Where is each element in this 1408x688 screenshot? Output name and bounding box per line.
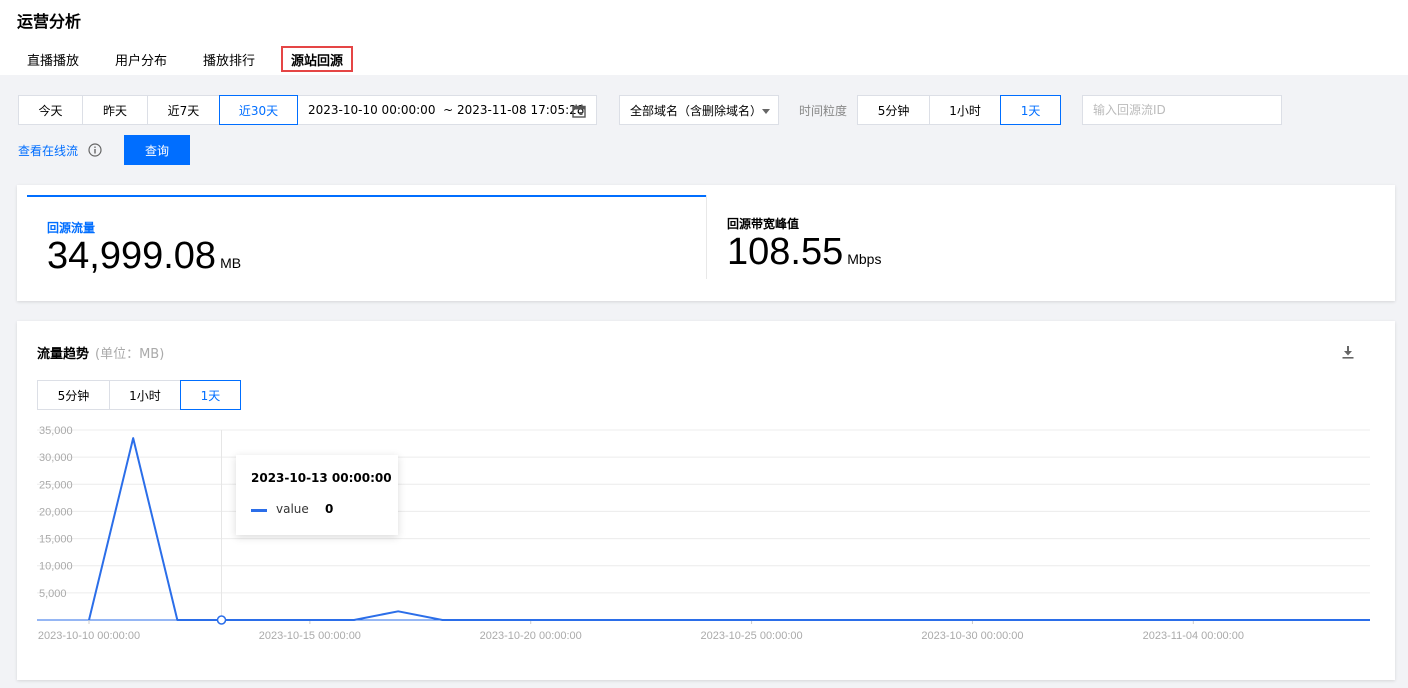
- tooltip-series-name: value: [276, 502, 309, 516]
- chart-tooltip: 2023-10-13 00:00:00 value 0: [236, 455, 398, 535]
- stat-value-row: 34,999.08 MB: [47, 235, 241, 278]
- tab-play-ranking[interactable]: 播放排行: [193, 46, 265, 72]
- y-tick-label: 10,000: [39, 561, 73, 573]
- chart-granularity-5min[interactable]: 5分钟: [37, 380, 110, 410]
- hover-point: [216, 615, 227, 625]
- x-tick-label: 2023-11-04 00:00:00: [1143, 630, 1244, 642]
- online-stream-link[interactable]: 查看在线流: [18, 142, 78, 159]
- tab-user-distribution[interactable]: 用户分布: [105, 46, 177, 72]
- date-preset-7days[interactable]: 近7天: [147, 95, 220, 125]
- tab-bar: 直播播放 用户分布 播放排行 源站回源: [17, 46, 369, 74]
- stat-unit: Mbps: [847, 251, 882, 267]
- traffic-line-chart: 5,000 10,000 15,000 20,000 25,000 30,000 35,00…: [37, 425, 1370, 642]
- action-row: 查看在线流 查询: [18, 135, 191, 165]
- x-tick-label: 2023-10-30 00:00:00: [921, 630, 1023, 642]
- chart-subtitle: (单位：MB): [95, 347, 165, 362]
- tab-live-play[interactable]: 直播播放: [17, 46, 89, 72]
- tab-origin-pull[interactable]: 源站回源: [281, 46, 354, 72]
- filter-row: 今天 昨天 近7天 近30天 2023-10-10 00:00:00 ~ 202…: [18, 95, 1283, 125]
- y-tick-label: 20,000: [39, 506, 73, 518]
- date-preset-yesterday[interactable]: 昨天: [82, 95, 148, 125]
- date-range-picker[interactable]: 2023-10-10 00:00:00 ~ 2023-11-08 17:05:2…: [297, 95, 597, 125]
- date-preset-30days[interactable]: 近30天: [219, 95, 298, 125]
- y-tick-label: 25,000: [39, 479, 73, 491]
- calendar-icon: [572, 104, 586, 118]
- domain-select[interactable]: 全部域名（含删除域名）: [619, 95, 779, 125]
- chart-granularity-group: 5分钟 1小时 1天: [37, 380, 241, 410]
- stat-origin-traffic[interactable]: 回源流量 34,999.08 MB: [27, 195, 706, 279]
- domain-select-value: 全部域名（含删除域名）: [630, 103, 763, 118]
- chart-title: 流量趋势: [37, 347, 90, 362]
- tooltip-value: 0: [325, 502, 334, 516]
- date-preset-group: 今天 昨天 近7天 近30天: [18, 95, 298, 125]
- stream-id-input[interactable]: [1082, 95, 1283, 125]
- tooltip-series-swatch: [251, 509, 267, 512]
- chart-granularity-1day[interactable]: 1天: [180, 380, 241, 410]
- y-tick-label: 30,000: [39, 452, 73, 464]
- date-range-text: 2023-10-10 00:00:00 ~ 2023-11-08 17:05:2…: [308, 103, 585, 117]
- page-header: 运营分析 直播播放 用户分布 播放排行 源站回源: [0, 0, 1408, 75]
- granularity-1day[interactable]: 1天: [1000, 95, 1062, 125]
- stat-number: 108.55: [727, 231, 844, 273]
- granularity-1hour[interactable]: 1小时: [929, 95, 1002, 125]
- x-tick-label: 2023-10-25 00:00:00: [701, 630, 803, 642]
- info-icon[interactable]: [88, 143, 102, 157]
- traffic-chart-card: 流量趋势 (单位：MB) 5分钟 1小时 1天 5,000 10,000 15,000…: [17, 321, 1395, 680]
- x-tick-label: 2023-10-15 00:00:00: [259, 630, 361, 642]
- granularity-label: 时间粒度: [799, 103, 848, 118]
- stat-peak-bandwidth[interactable]: 回源带宽峰值 108.55 Mbps: [706, 195, 1385, 279]
- stat-unit: MB: [220, 255, 242, 271]
- query-button[interactable]: 查询: [124, 135, 191, 165]
- y-tick-label: 35,000: [39, 425, 73, 437]
- stat-value-row: 108.55 Mbps: [727, 231, 881, 274]
- stats-card: 回源流量 34,999.08 MB 回源带宽峰值 108.55 Mbps: [17, 185, 1395, 301]
- download-icon[interactable]: [1341, 345, 1355, 359]
- chevron-down-icon: [762, 109, 770, 114]
- y-tick-label: 15,000: [39, 534, 73, 546]
- granularity-group: 5分钟 1小时 1天: [857, 95, 1062, 125]
- date-preset-today[interactable]: 今天: [18, 95, 83, 125]
- page-title: 运营分析: [17, 12, 82, 31]
- chart-granularity-1hour[interactable]: 1小时: [109, 380, 181, 410]
- stat-number: 34,999.08: [47, 235, 217, 277]
- y-tick-label: 5,000: [39, 588, 67, 600]
- stat-label: 回源带宽峰值: [727, 217, 800, 231]
- x-tick-label: 2023-10-10 00:00:00: [38, 630, 140, 642]
- granularity-5min[interactable]: 5分钟: [857, 95, 931, 125]
- x-tick-label: 2023-10-20 00:00:00: [480, 630, 582, 642]
- tooltip-time: 2023-10-13 00:00:00: [251, 471, 392, 485]
- stat-label: 回源流量: [47, 221, 96, 235]
- chart-title-row: 流量趋势 (单位：MB): [37, 343, 164, 362]
